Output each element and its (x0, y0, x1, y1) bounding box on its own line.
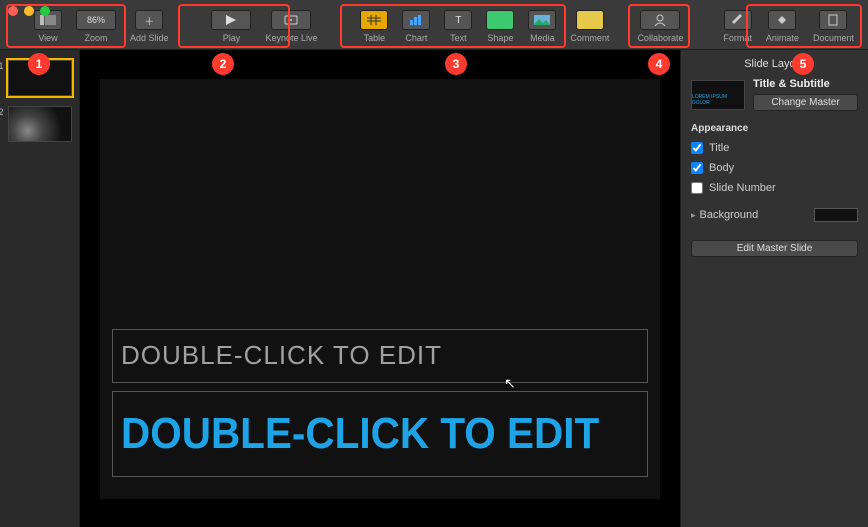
table-button[interactable]: Table (354, 8, 394, 45)
keynote-window: View 86% Zoom ＋ Add Slide Play (0, 0, 868, 527)
slide-navigator[interactable]: 1 2 (0, 50, 80, 527)
chart-label: Chart (405, 33, 427, 43)
comment-button[interactable]: Comment (564, 8, 615, 45)
chart-icon (402, 10, 430, 30)
master-row: LOREM IPSUM DOLOR Title & Subtitle Chang… (691, 78, 858, 111)
title-checkbox-label: Title (709, 142, 729, 154)
fullscreen-window-icon[interactable] (40, 6, 50, 16)
annotation-badge-3: 3 (445, 53, 467, 75)
close-window-icon[interactable] (8, 6, 18, 16)
animate-label: Animate (766, 33, 799, 43)
table-label: Table (364, 33, 386, 43)
text-icon: T (444, 10, 472, 30)
play-label: Play (223, 33, 241, 43)
comment-label: Comment (570, 33, 609, 43)
keynote-live-button[interactable]: Keynote Live (259, 8, 323, 45)
shape-icon (486, 10, 514, 30)
format-icon (724, 10, 752, 30)
zoom-icon: 86% (76, 10, 116, 30)
toolbar-group-inspector: Format Animate Document (717, 8, 860, 45)
toolbar-group-insert: Table Chart T Text Shape Media (354, 8, 615, 45)
toolbar-group-collab: Collaborate (631, 8, 689, 45)
document-icon (819, 10, 847, 30)
subtitle-placeholder: DOUBLE-CLICK TO EDIT (121, 409, 599, 459)
play-button[interactable]: Play (205, 8, 257, 45)
edit-master-slide-button[interactable]: Edit Master Slide (691, 240, 858, 257)
master-thumb-text: LOREM IPSUM DOLOR (692, 94, 744, 109)
title-checkbox[interactable] (691, 142, 703, 154)
format-button[interactable]: Format (717, 8, 758, 45)
document-button[interactable]: Document (807, 8, 860, 45)
inspector-title: Slide Layout (691, 58, 858, 70)
minimize-window-icon[interactable] (24, 6, 34, 16)
collaborate-button[interactable]: Collaborate (631, 8, 689, 45)
slide-thumb-2[interactable]: 2 (8, 106, 72, 142)
zoom-value: 86% (87, 15, 105, 25)
text-button[interactable]: T Text (438, 8, 478, 45)
annotation-badge-2: 2 (212, 53, 234, 75)
slide-number-2: 2 (0, 107, 4, 117)
title-text-box[interactable]: DOUBLE-CLICK TO EDIT (112, 329, 648, 383)
subtitle-text-box[interactable]: DOUBLE-CLICK TO EDIT (112, 391, 648, 477)
text-label: Text (450, 33, 467, 43)
slide-number-checkbox[interactable] (691, 182, 703, 194)
body-checkbox-label: Body (709, 162, 734, 174)
animate-button[interactable]: Animate (760, 8, 805, 45)
annotation-badge-4: 4 (648, 53, 670, 75)
zoom-label: Zoom (84, 33, 107, 43)
media-button[interactable]: Media (522, 8, 562, 45)
format-label: Format (723, 33, 752, 43)
main-body: 1 2 DOUBLE-CLICK TO EDIT DOUBLE-CLICK TO… (0, 50, 868, 527)
toolbar: View 86% Zoom ＋ Add Slide Play (0, 0, 868, 50)
plus-icon: ＋ (135, 10, 163, 30)
zoom-button[interactable]: 86% Zoom (70, 8, 122, 45)
comment-icon (576, 10, 604, 30)
cursor-icon: ↖ (504, 375, 516, 392)
view-label: View (38, 33, 57, 43)
slide-canvas-area[interactable]: DOUBLE-CLICK TO EDIT DOUBLE-CLICK TO EDI… (80, 50, 680, 527)
shape-label: Shape (487, 33, 513, 43)
keynote-live-label: Keynote Live (265, 33, 317, 43)
title-placeholder: DOUBLE-CLICK TO EDIT (121, 340, 442, 371)
document-label: Document (813, 33, 854, 43)
slide-number-checkbox-label: Slide Number (709, 182, 776, 194)
slide-number-1: 1 (0, 61, 4, 71)
collaborate-icon (640, 10, 680, 30)
add-slide-label: Add Slide (130, 33, 169, 43)
annotation-badge-5: 5 (792, 53, 814, 75)
master-name: Title & Subtitle (753, 78, 858, 90)
master-thumbnail: LOREM IPSUM DOLOR (691, 80, 745, 110)
slide[interactable]: DOUBLE-CLICK TO EDIT DOUBLE-CLICK TO EDI… (100, 79, 660, 499)
toolbar-group-play: Play Keynote Live (205, 8, 323, 45)
annotation-badge-1: 1 (28, 53, 50, 75)
change-master-button[interactable]: Change Master (753, 94, 858, 111)
title-checkbox-row[interactable]: Title (691, 142, 858, 154)
body-checkbox[interactable] (691, 162, 703, 174)
background-row[interactable]: ▸ Background (691, 208, 858, 222)
media-label: Media (530, 33, 555, 43)
body-checkbox-row[interactable]: Body (691, 162, 858, 174)
disclosure-triangle-icon[interactable]: ▸ (691, 210, 696, 220)
slide-number-checkbox-row[interactable]: Slide Number (691, 182, 858, 194)
format-inspector: Slide Layout LOREM IPSUM DOLOR Title & S… (680, 50, 868, 527)
chart-button[interactable]: Chart (396, 8, 436, 45)
media-icon (528, 10, 556, 30)
background-label: Background (700, 209, 759, 221)
table-icon (360, 10, 388, 30)
keynote-live-icon (271, 10, 311, 30)
add-slide-button[interactable]: ＋ Add Slide (124, 8, 175, 45)
animate-icon (768, 10, 796, 30)
collaborate-label: Collaborate (637, 33, 683, 43)
appearance-label: Appearance (691, 123, 858, 134)
shape-button[interactable]: Shape (480, 8, 520, 45)
window-controls (8, 6, 50, 16)
background-color-swatch[interactable] (814, 208, 858, 222)
play-icon (211, 10, 251, 30)
